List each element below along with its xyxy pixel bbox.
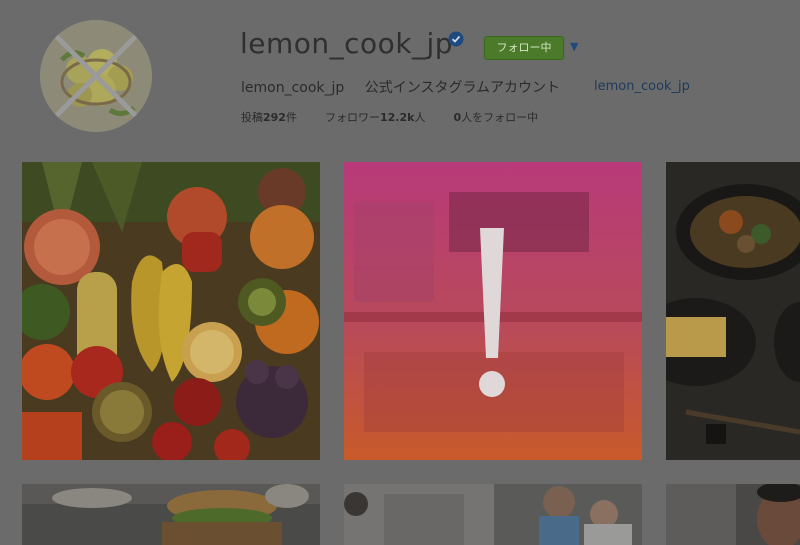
post-fruits-vegetables[interactable] [22,162,320,460]
profile-stats: 投稿292件 フォロワー12.2k人 0人をフォロー中 [241,109,566,125]
verified-badge-icon [448,31,464,47]
profile-bio: lemon_cook_jp 公式インスタグラムアカウント [241,77,560,97]
chevron-down-icon[interactable]: ▼ [570,40,578,53]
post-burger-hands[interactable] [22,484,320,545]
following-button[interactable]: フォロー中 [484,36,564,60]
post-kitchen-people[interactable] [344,484,642,545]
chef-photo [666,484,800,545]
following-stat[interactable]: 0人をフォロー中 [453,109,538,125]
profile-fullname: lemon_cook_jp [241,80,345,96]
posts-stat: 投稿292件 [241,111,297,124]
cafe-photo-warning [344,162,642,460]
post-bowl-food[interactable] [666,162,800,460]
bowl-food-photo [666,162,800,460]
profile-description: 公式インスタグラムアカウント [364,80,561,96]
profile-username: lemon_cook_jp [240,27,454,60]
fruits-vegetables-photo [22,162,320,460]
post-chef[interactable] [666,484,800,545]
profile-avatar[interactable] [40,20,152,132]
followers-stat[interactable]: フォロワー12.2k人 [325,109,425,125]
profile-link[interactable]: lemon_cook_jp [594,79,690,94]
avatar-image [40,20,152,132]
kitchen-people-photo [344,484,642,545]
burger-hands-photo [22,484,320,545]
post-cafe-warning[interactable] [344,162,642,460]
